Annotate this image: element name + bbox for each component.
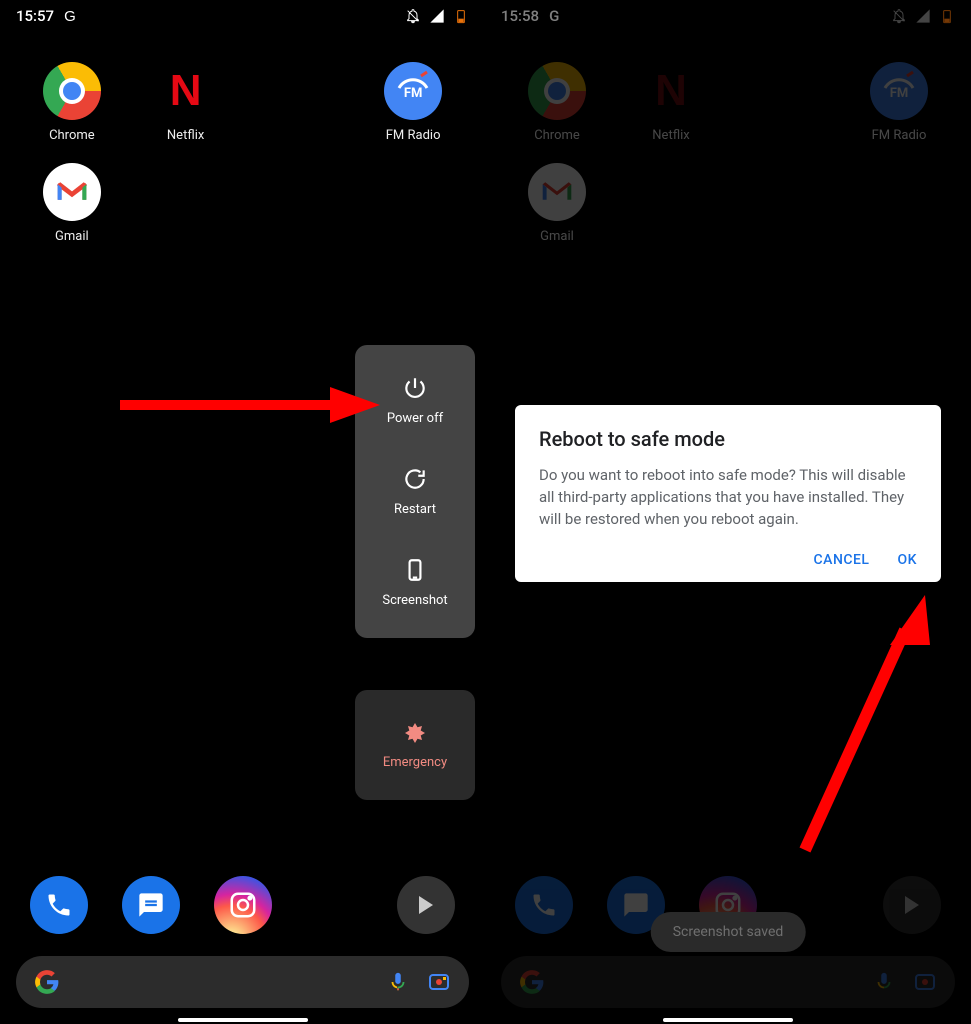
dock-playstore[interactable]: [397, 876, 455, 934]
netflix-icon: N: [157, 62, 215, 120]
fm-text: FM: [404, 86, 423, 101]
battery-icon: [453, 8, 469, 24]
dialog-title: Reboot to safe mode: [539, 427, 917, 451]
power-icon: [402, 375, 428, 401]
restart-icon: [402, 466, 428, 492]
dialog-body: Do you want to reboot into safe mode? Th…: [539, 465, 917, 530]
power-menu: Power off Restart Screenshot: [355, 345, 475, 638]
annotation-arrow: [120, 385, 380, 425]
google-indicator: G: [64, 8, 76, 25]
ok-button[interactable]: OK: [898, 552, 918, 568]
dock: [0, 876, 485, 934]
left-phone-screen: 15:57 G Chrome N Netflix FM FM Radio: [0, 0, 485, 1024]
dock-instagram[interactable]: [214, 876, 272, 934]
dock-phone[interactable]: [30, 876, 88, 934]
app-chrome[interactable]: Chrome: [20, 62, 124, 143]
screenshot-label: Screenshot: [382, 593, 447, 608]
power-off-label: Power off: [387, 411, 443, 426]
safe-mode-dialog: Reboot to safe mode Do you want to reboo…: [515, 405, 941, 582]
home-indicator[interactable]: [663, 1018, 793, 1022]
lens-icon[interactable]: [427, 970, 451, 994]
app-netflix[interactable]: N Netflix: [134, 62, 238, 143]
screenshot-button[interactable]: Screenshot: [382, 557, 447, 608]
google-g-icon: [34, 969, 60, 995]
screenshot-icon: [402, 557, 428, 583]
app-label: Chrome: [49, 128, 95, 143]
emergency-label: Emergency: [383, 755, 447, 770]
app-label: Netflix: [167, 128, 204, 143]
power-off-button[interactable]: Power off: [387, 375, 443, 426]
app-fmradio[interactable]: FM FM Radio: [361, 62, 465, 143]
status-bar: 15:57 G: [0, 0, 485, 32]
fmradio-icon: FM: [384, 62, 442, 120]
app-label: FM Radio: [386, 128, 441, 143]
emergency-icon: [403, 721, 427, 745]
chrome-icon: [43, 62, 101, 120]
restart-label: Restart: [394, 502, 436, 517]
dock-messages[interactable]: [122, 876, 180, 934]
right-phone-screen: 15:58 G Chrome N Netflix FM FM Radio: [485, 0, 971, 1024]
cancel-button[interactable]: CANCEL: [814, 552, 870, 568]
dnd-off-icon: [405, 8, 421, 24]
signal-icon: [429, 8, 445, 24]
gmail-icon: [43, 163, 101, 221]
restart-button[interactable]: Restart: [394, 466, 436, 517]
search-bar[interactable]: [16, 956, 469, 1008]
clock-time: 15:57: [16, 7, 54, 25]
app-label: Gmail: [55, 229, 89, 244]
app-gmail[interactable]: Gmail: [20, 163, 124, 244]
home-indicator[interactable]: [178, 1018, 308, 1022]
emergency-button[interactable]: Emergency: [355, 690, 475, 800]
mic-icon[interactable]: [387, 971, 409, 993]
